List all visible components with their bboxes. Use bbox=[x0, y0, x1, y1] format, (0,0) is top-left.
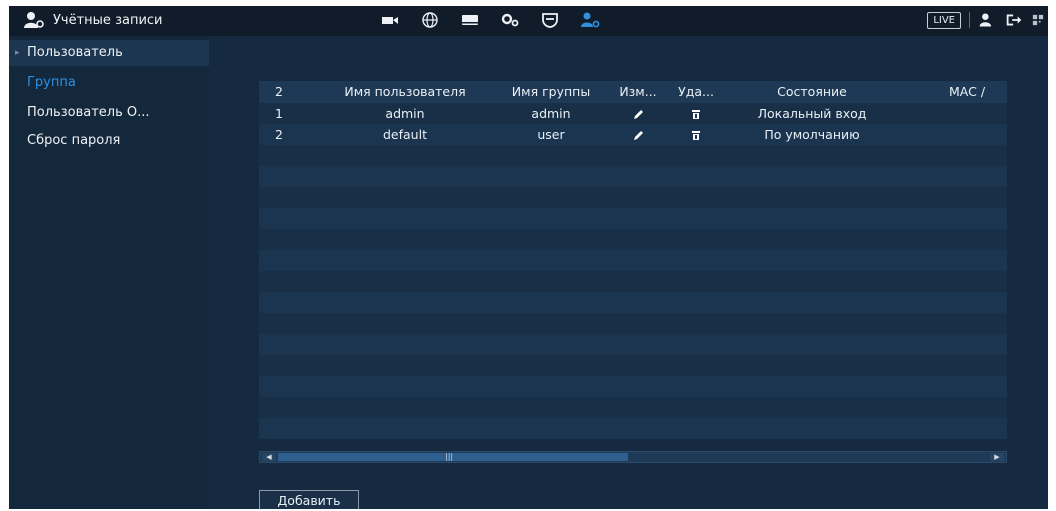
state-cell: Локальный вход bbox=[757, 106, 867, 121]
column-header-delete[interactable]: Уда... bbox=[671, 81, 721, 103]
storage-icon[interactable] bbox=[459, 11, 481, 29]
grip-icon: ||| bbox=[445, 452, 454, 461]
empty-row bbox=[259, 376, 1007, 397]
empty-row bbox=[259, 166, 1007, 187]
empty-row bbox=[259, 208, 1007, 229]
user-settings-icon bbox=[24, 12, 44, 28]
users-table: 2 Имя пользователя Имя группы Изм... Уда… bbox=[259, 81, 1007, 439]
user-icon[interactable] bbox=[978, 11, 996, 29]
horizontal-scrollbar[interactable]: ◀ ||| ▶ bbox=[259, 451, 1007, 463]
column-header-edit[interactable]: Изм... bbox=[609, 81, 667, 103]
sidebar-item-label: Пользователь О... bbox=[27, 105, 150, 120]
scroll-right-icon[interactable]: ▶ bbox=[990, 453, 1004, 461]
empty-row bbox=[259, 334, 1007, 355]
trash-icon[interactable] bbox=[691, 130, 701, 141]
column-header-username[interactable]: Имя пользователя bbox=[321, 81, 489, 103]
sidebar-item-user[interactable]: ▸ Пользователь bbox=[9, 40, 209, 66]
network-icon[interactable] bbox=[419, 11, 441, 29]
empty-row bbox=[259, 271, 1007, 292]
row-number: 2 bbox=[275, 127, 283, 142]
app-title: Учётные записи bbox=[23, 11, 163, 29]
delete-cell[interactable] bbox=[671, 124, 721, 145]
top-bar: Учётные записи LIVE bbox=[9, 6, 1048, 36]
page-title: Учётные записи bbox=[53, 12, 163, 28]
sidebar-item-label: Группа bbox=[27, 75, 76, 90]
table-header: 2 Имя пользователя Имя группы Изм... Уда… bbox=[259, 81, 1007, 103]
row-number: 1 bbox=[275, 106, 283, 121]
empty-row bbox=[259, 355, 1007, 376]
table-row[interactable]: 1 admin admin Локальный вход bbox=[259, 103, 1007, 124]
username-cell: default bbox=[383, 127, 427, 142]
delete-cell[interactable] bbox=[671, 103, 721, 124]
empty-row bbox=[259, 397, 1007, 418]
column-header-count: 2 bbox=[275, 84, 283, 99]
sidebar: ▸ Пользователь Группа Пользователь О... … bbox=[9, 36, 209, 509]
chevron-right-icon: ▸ bbox=[15, 48, 20, 58]
sidebar-item-label: Сброс пароля bbox=[27, 133, 121, 148]
column-header-mac[interactable]: MAC / bbox=[949, 81, 1007, 103]
camera-icon[interactable] bbox=[379, 11, 401, 29]
edit-cell[interactable] bbox=[609, 103, 667, 124]
sidebar-item-label: Пользователь bbox=[27, 45, 123, 60]
edit-icon[interactable] bbox=[632, 130, 644, 142]
security-icon[interactable] bbox=[539, 11, 561, 29]
accounts-icon[interactable] bbox=[579, 11, 601, 29]
column-header-state[interactable]: Состояние bbox=[737, 81, 887, 103]
scroll-left-icon[interactable]: ◀ bbox=[262, 453, 276, 461]
live-button[interactable]: LIVE bbox=[927, 11, 961, 29]
state-cell: По умолчанию bbox=[764, 127, 860, 142]
main-nav bbox=[379, 11, 601, 29]
edit-cell[interactable] bbox=[609, 124, 667, 145]
app-window: Учётные записи LIVE ▸ Пользователь Групп… bbox=[9, 6, 1048, 509]
qr-code-icon[interactable] bbox=[1032, 11, 1044, 29]
trash-icon[interactable] bbox=[691, 109, 701, 120]
empty-row bbox=[259, 418, 1007, 439]
empty-row bbox=[259, 292, 1007, 313]
sidebar-item-onvif-user[interactable]: Пользователь О... bbox=[9, 100, 209, 126]
empty-row bbox=[259, 313, 1007, 334]
settings-icon[interactable] bbox=[499, 11, 521, 29]
username-cell: admin bbox=[385, 106, 425, 121]
empty-row bbox=[259, 187, 1007, 208]
main-content: 2 Имя пользователя Имя группы Изм... Уда… bbox=[209, 36, 1048, 509]
group-cell: admin bbox=[531, 106, 571, 121]
column-header-group[interactable]: Имя группы bbox=[495, 81, 607, 103]
edit-icon[interactable] bbox=[632, 109, 644, 121]
sidebar-item-group[interactable]: Группа bbox=[9, 70, 209, 96]
right-tools: LIVE bbox=[927, 11, 1044, 29]
logout-icon[interactable] bbox=[1004, 11, 1024, 29]
group-cell: user bbox=[537, 127, 565, 142]
empty-row bbox=[259, 229, 1007, 250]
sidebar-item-password-reset[interactable]: Сброс пароля bbox=[9, 128, 209, 154]
table-row[interactable]: 2 default user По умолчанию bbox=[259, 124, 1007, 145]
empty-row bbox=[259, 145, 1007, 166]
empty-row bbox=[259, 250, 1007, 271]
add-user-button[interactable]: Добавить bbox=[259, 490, 359, 509]
divider bbox=[969, 12, 970, 28]
